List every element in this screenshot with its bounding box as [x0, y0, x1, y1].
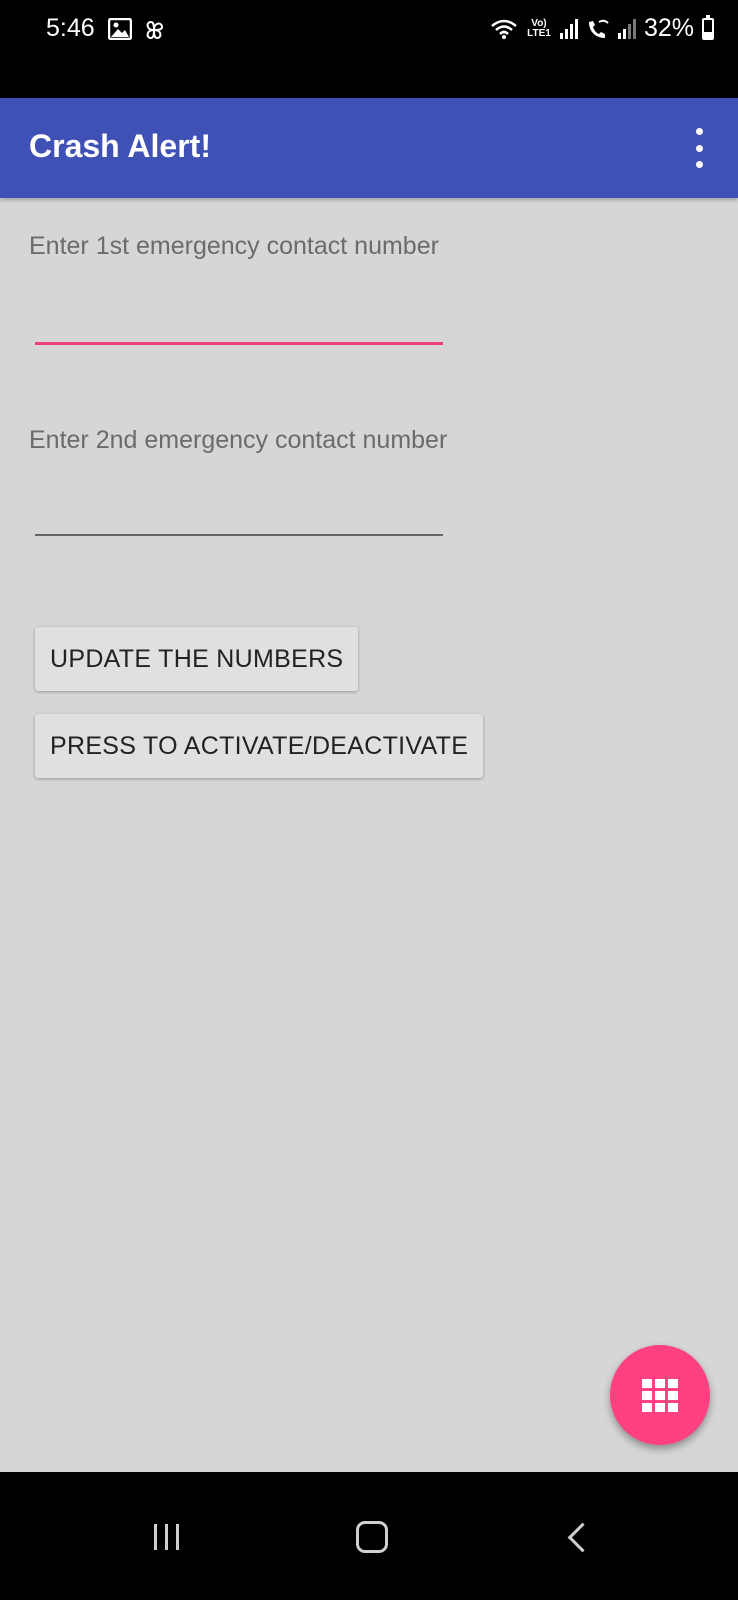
- status-system-icons: Vo) LTE1 32%: [490, 14, 714, 43]
- contact2-input[interactable]: [35, 482, 443, 536]
- app-bar: Crash Alert!: [0, 98, 738, 198]
- more-vert-icon[interactable]: [684, 128, 714, 168]
- battery-icon: [702, 14, 714, 40]
- activate-deactivate-button[interactable]: PRESS TO ACTIVATE/DEACTIVATE: [35, 714, 484, 778]
- app-title: Crash Alert!: [29, 128, 211, 164]
- status-bar: 5:46 Vo) LTE1 32%: [0, 0, 738, 98]
- dialpad-fab[interactable]: [610, 1345, 710, 1445]
- image-icon: [108, 18, 132, 40]
- home-icon: [356, 1521, 388, 1553]
- signal-icon: [559, 18, 578, 39]
- network-type-label: Vo) LTE1: [527, 17, 551, 39]
- status-notification-icons: [108, 18, 166, 42]
- contact1-input[interactable]: [35, 290, 443, 345]
- recents-icon: [153, 1524, 179, 1550]
- dialpad-icon: [642, 1378, 678, 1412]
- back-icon: [567, 1522, 597, 1552]
- status-time: 5:46: [46, 14, 95, 42]
- recents-button[interactable]: [136, 1512, 196, 1562]
- signal-icon: [617, 18, 636, 39]
- home-button[interactable]: [342, 1512, 402, 1562]
- navigation-bar: [0, 1472, 738, 1600]
- back-button[interactable]: [548, 1512, 608, 1562]
- pinwheel-icon: [146, 20, 164, 40]
- battery-percent: 32%: [643, 14, 694, 42]
- contact2-label: Enter 2nd emergency contact number: [29, 426, 448, 454]
- contact1-label: Enter 1st emergency contact number: [29, 232, 439, 260]
- wifi-icon: [491, 19, 517, 39]
- update-numbers-button[interactable]: UPDATE THE NUMBERS: [35, 627, 359, 691]
- wifi-calling-icon: [588, 19, 609, 38]
